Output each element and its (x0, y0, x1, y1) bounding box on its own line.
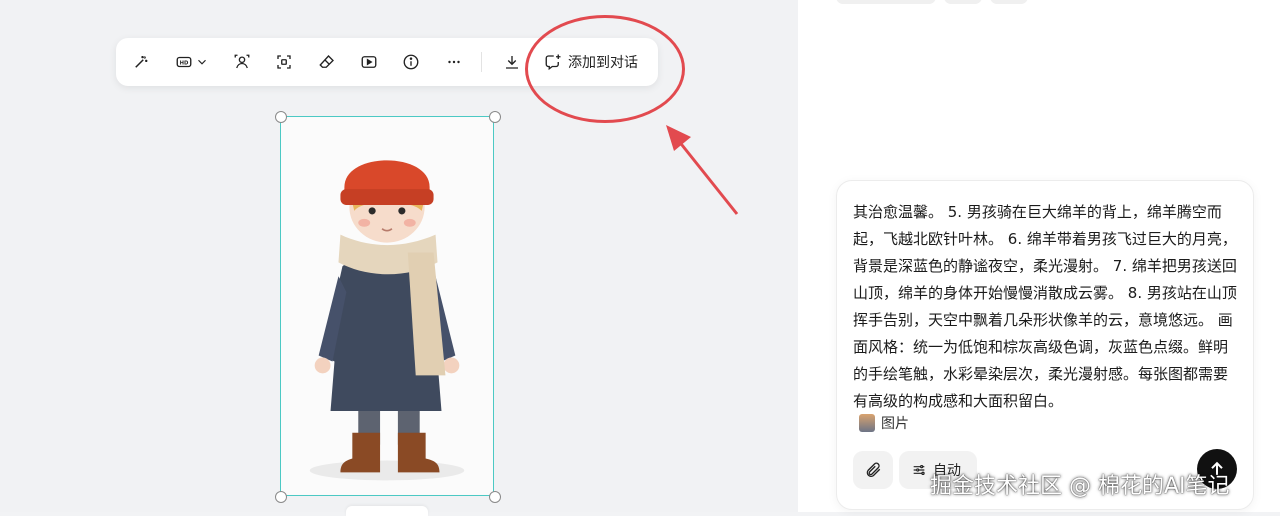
annotation-arrow-icon (666, 125, 739, 215)
top-chip[interactable] (836, 0, 936, 4)
message-text[interactable]: 其治愈温馨。 5. 男孩骑在巨大绵羊的背上，绵羊腾空而起，飞越北欧针叶林。 6.… (853, 199, 1241, 415)
image-caption-tab (346, 506, 428, 516)
magic-wand-icon[interactable] (129, 50, 153, 74)
chevron-down-icon (198, 59, 206, 65)
annotation-circle (525, 15, 685, 123)
paperclip-icon (866, 462, 881, 477)
focus-icon[interactable] (272, 50, 296, 74)
resize-handle-top-right[interactable] (489, 111, 501, 123)
watermark-text: 掘金技术社区 @ 棉花的AI笔记 (930, 474, 1230, 499)
portrait-icon[interactable] (230, 50, 254, 74)
resize-handle-bottom-right[interactable] (489, 491, 501, 503)
svg-text:HD: HD (180, 61, 189, 67)
generated-image[interactable] (280, 116, 494, 496)
play-icon[interactable] (357, 50, 381, 74)
info-icon[interactable] (399, 50, 423, 74)
resize-handle-bottom-left[interactable] (275, 491, 287, 503)
resize-handle-top-left[interactable] (275, 111, 287, 123)
hd-button[interactable]: HD (172, 50, 212, 74)
eraser-icon[interactable] (315, 50, 339, 74)
top-chip[interactable] (990, 0, 1028, 4)
canvas-area: HD 添加到对话 (0, 0, 798, 516)
attachment-label: 图片 (881, 416, 909, 432)
toolbar-divider (481, 52, 482, 72)
hd-icon: HD (176, 56, 192, 68)
image-thumbnail (859, 414, 875, 432)
top-chip[interactable] (944, 0, 982, 4)
sliders-icon (913, 465, 925, 475)
child-illustration (281, 117, 493, 495)
message-input-card: 其治愈温馨。 5. 男孩骑在巨大绵羊的背上，绵羊腾空而起，飞越北欧针叶林。 6.… (836, 180, 1254, 510)
attachment-chip[interactable]: 图片 (859, 413, 909, 433)
more-icon[interactable] (442, 50, 466, 74)
attach-button[interactable] (853, 451, 893, 489)
download-icon[interactable] (500, 50, 524, 74)
